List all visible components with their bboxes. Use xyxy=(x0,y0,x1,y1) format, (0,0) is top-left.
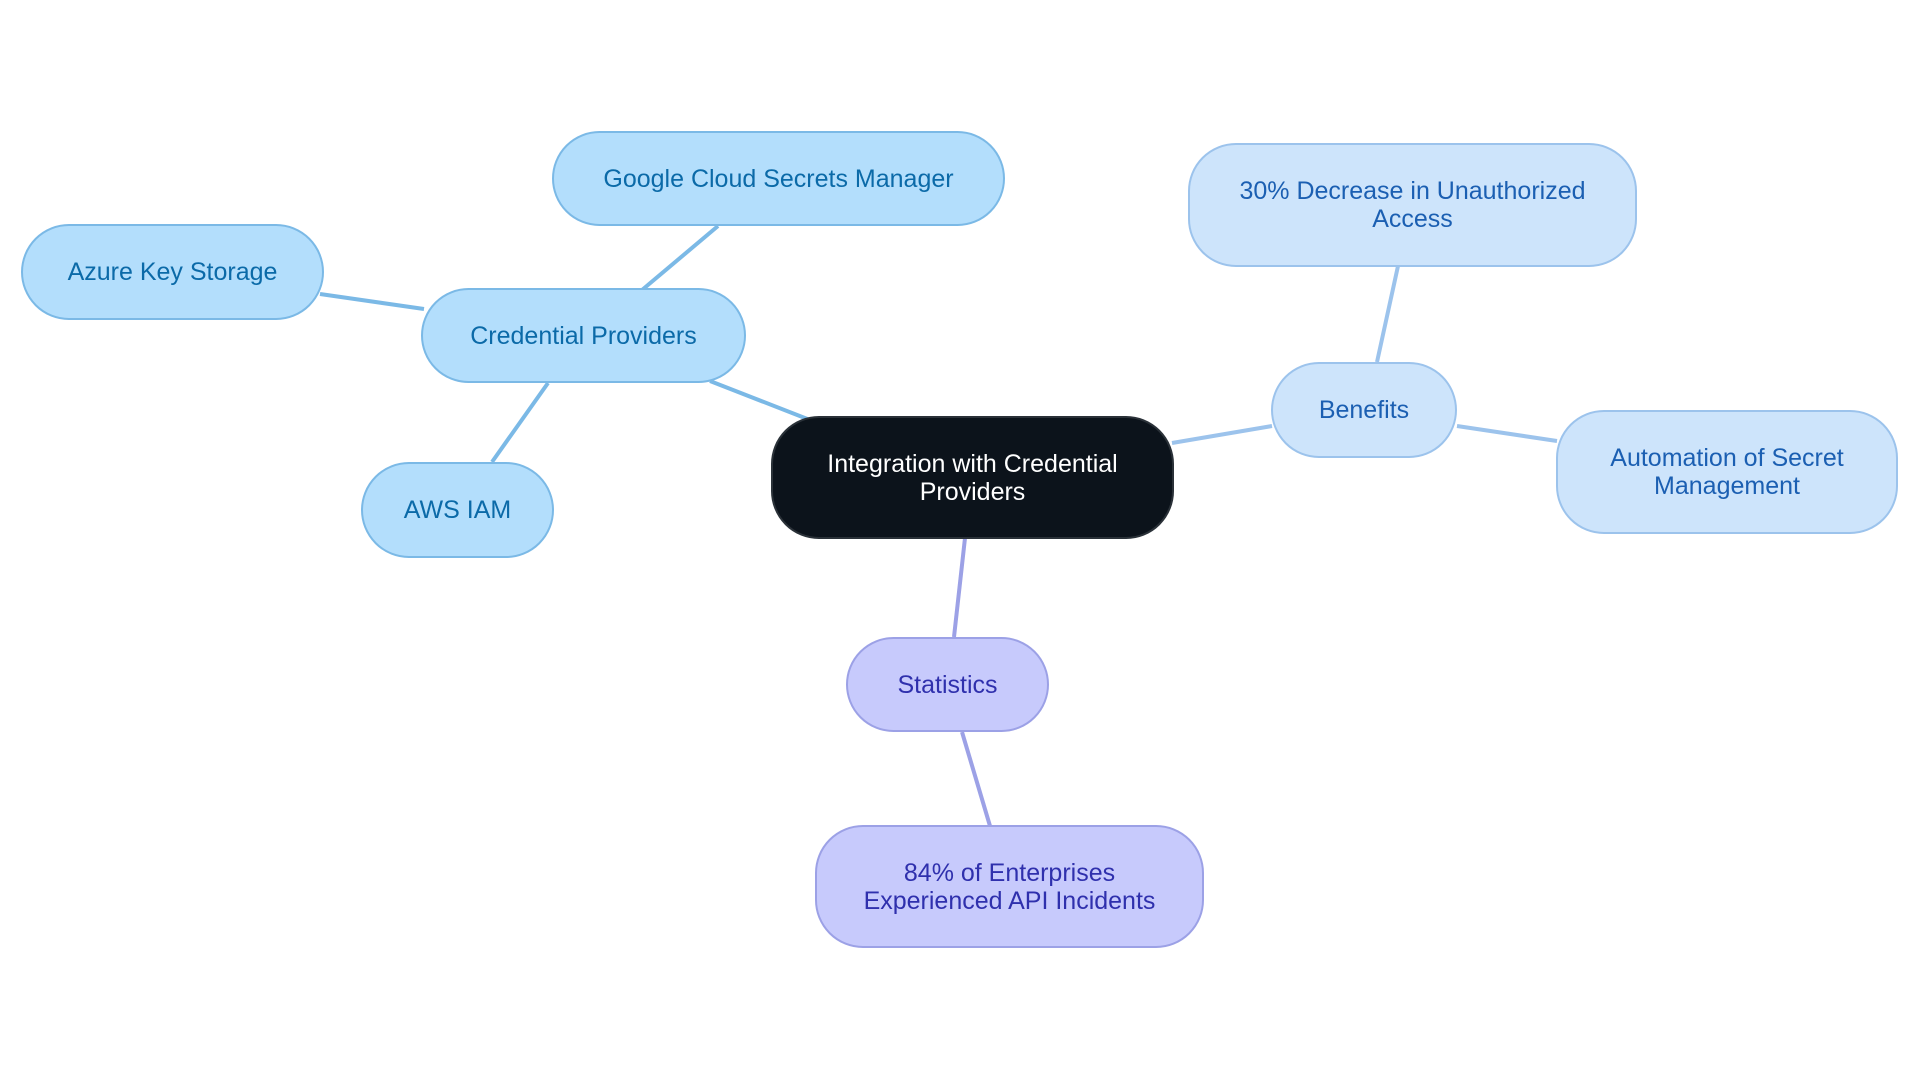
node-automation-label: Automation of Secret Management xyxy=(1610,444,1844,500)
edge-credential-providers-google-cloud xyxy=(640,224,720,292)
central-node-label: Integration with Credential Providers xyxy=(827,449,1118,506)
branch-credential-providers[interactable]: Credential Providers xyxy=(421,288,746,383)
node-azure-label: Azure Key Storage xyxy=(67,258,278,286)
node-automation-secret-management[interactable]: Automation of Secret Management xyxy=(1556,410,1898,534)
branch-statistics[interactable]: Statistics xyxy=(846,637,1049,732)
branch-credential-providers-label: Credential Providers xyxy=(470,321,697,350)
edge-center-statistics xyxy=(952,537,967,638)
edge-center-credential-providers xyxy=(709,379,811,422)
central-node[interactable]: Integration with Credential Providers xyxy=(771,416,1174,539)
node-google-cloud-label: Google Cloud Secrets Manager xyxy=(603,164,954,193)
node-aws-iam[interactable]: AWS IAM xyxy=(361,462,554,558)
branch-benefits[interactable]: Benefits xyxy=(1271,362,1457,458)
edge-center-benefits xyxy=(1171,424,1273,445)
edge-benefits-30-percent xyxy=(1375,265,1400,363)
node-aws-label: AWS IAM xyxy=(403,496,512,524)
branch-statistics-label: Statistics xyxy=(897,670,998,699)
node-84-percent-enterprises[interactable]: 84% of Enterprises Experienced API Incid… xyxy=(815,825,1204,948)
edge-credential-providers-azure xyxy=(319,292,425,311)
node-30-percent-label: 30% Decrease in Unauthorized Access xyxy=(1239,177,1586,233)
node-30-percent-decrease[interactable]: 30% Decrease in Unauthorized Access xyxy=(1188,143,1637,267)
edge-benefits-automation xyxy=(1456,424,1558,443)
edge-statistics-84-percent xyxy=(960,731,992,827)
node-google-cloud-secrets-manager[interactable]: Google Cloud Secrets Manager xyxy=(552,131,1005,226)
branch-benefits-label: Benefits xyxy=(1318,396,1410,424)
node-azure-key-storage[interactable]: Azure Key Storage xyxy=(21,224,324,320)
node-84-percent-label: 84% of Enterprises Experienced API Incid… xyxy=(863,858,1156,915)
edge-credential-providers-aws xyxy=(490,381,550,464)
